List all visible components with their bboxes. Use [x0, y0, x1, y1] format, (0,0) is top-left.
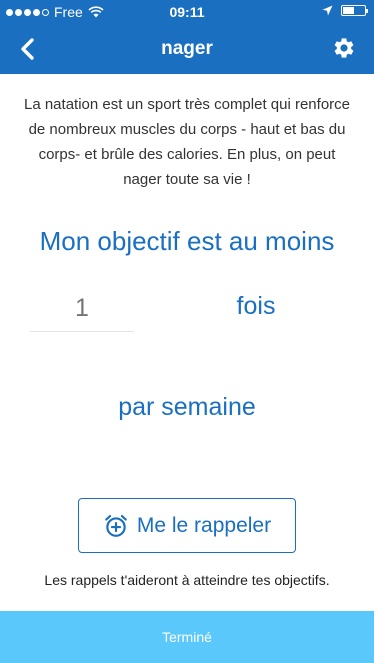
reminder-hint: Les rappels t'aideront à atteindre tes o… [44, 572, 330, 588]
battery-fill [343, 7, 354, 14]
status-bar: Free 09:11 [0, 0, 374, 24]
alarm-add-icon [105, 514, 127, 537]
remind-me-label: Me le rappeler [136, 513, 272, 537]
sport-description: La natation est un sport très complet qu… [23, 96, 350, 188]
done-label: Terminé [162, 629, 212, 645]
goal-heading: Mon objectif est au moins [39, 226, 335, 256]
status-time: 09:11 [169, 4, 205, 20]
done-button[interactable]: Terminé [0, 611, 374, 663]
page-title: nager [161, 38, 213, 59]
location-arrow-icon [322, 5, 333, 16]
status-right [322, 5, 368, 16]
goal-unit-label: fois [236, 292, 276, 320]
nav-bar: nager [0, 24, 374, 74]
remind-me-button[interactable]: Me le rappeler [78, 498, 296, 553]
battery-icon [341, 5, 368, 16]
goal-count-input[interactable] [30, 286, 134, 332]
gear-icon[interactable] [332, 36, 356, 60]
goal-period-selector[interactable]: par semaine [0, 393, 374, 422]
